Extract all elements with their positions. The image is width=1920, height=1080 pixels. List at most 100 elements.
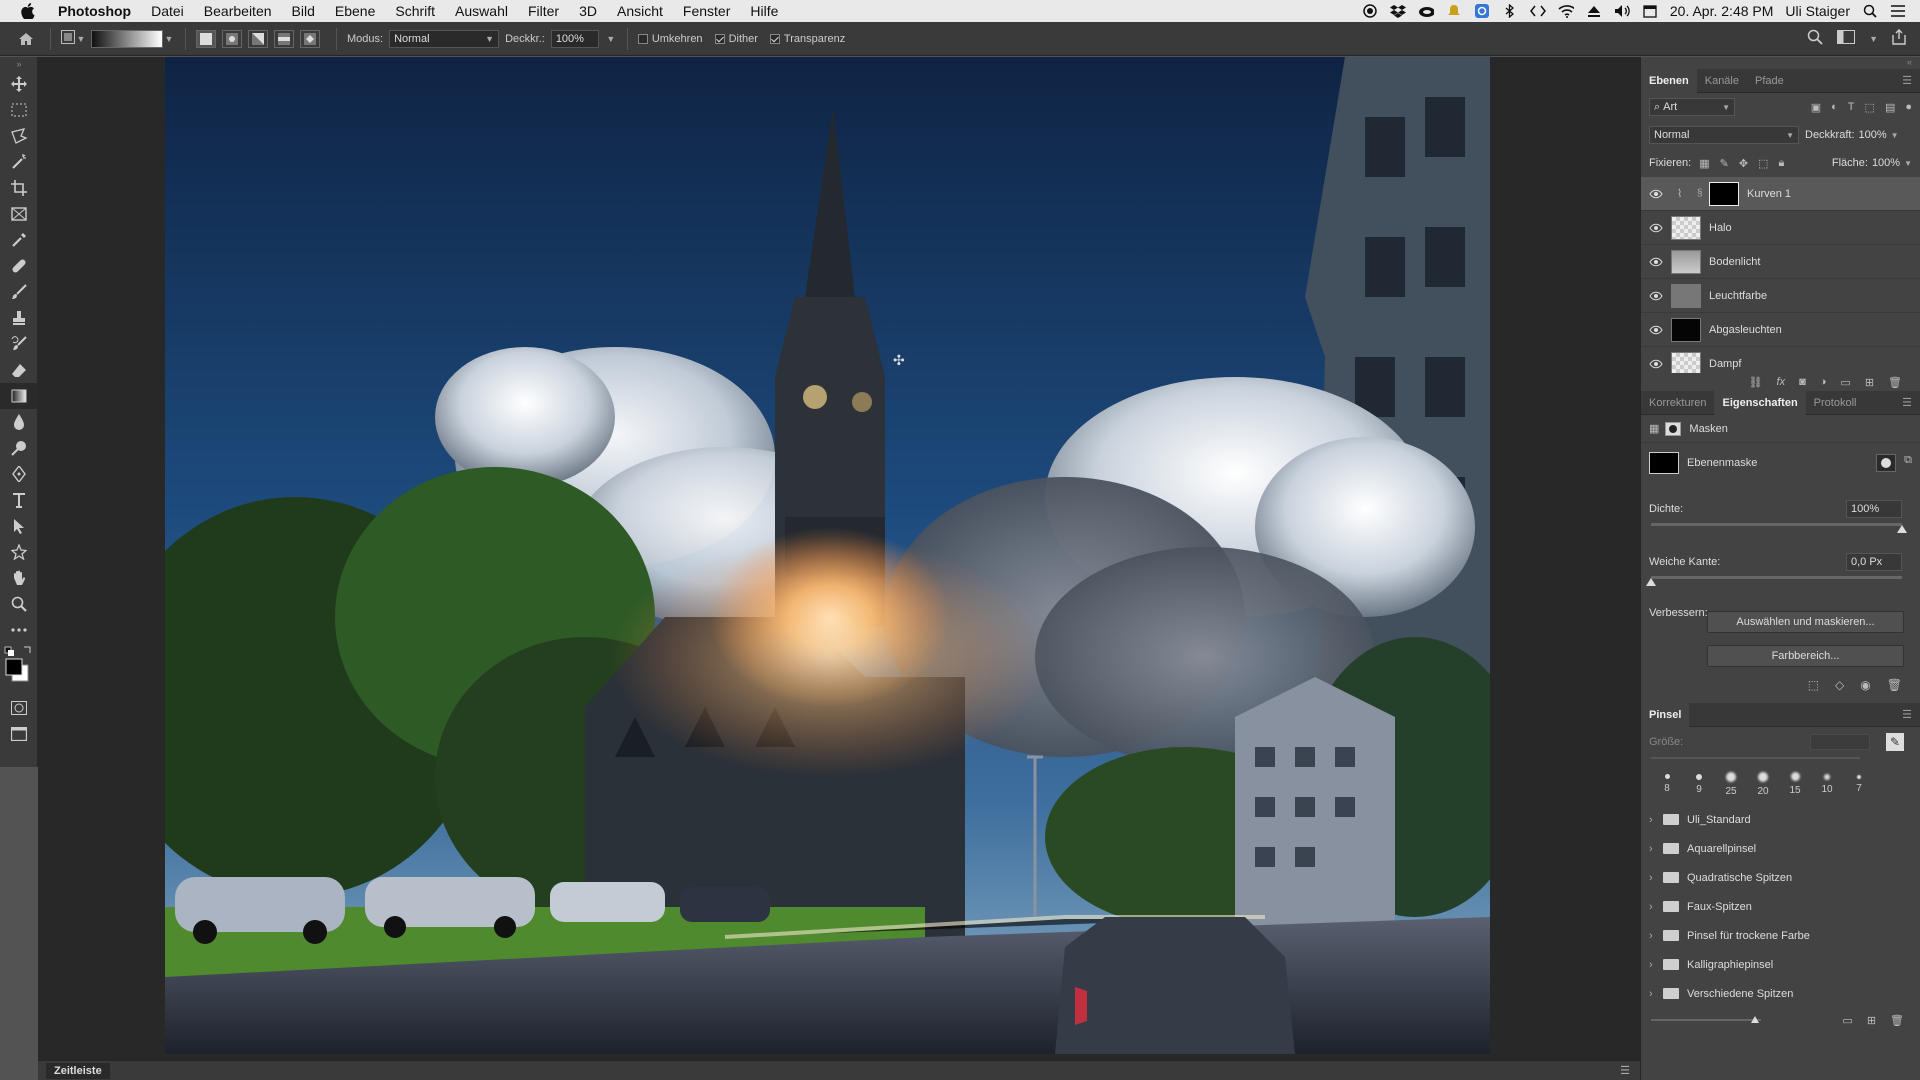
history-brush-tool-icon[interactable]	[0, 331, 38, 357]
new-layer-icon[interactable]: ⊞	[1865, 376, 1874, 389]
menu-auswahl[interactable]: Auswahl	[445, 3, 518, 19]
brush-folder[interactable]: › Pinsel für trockene Farbe	[1641, 921, 1920, 950]
menu-bearbeiten[interactable]: Bearbeiten	[194, 3, 282, 19]
workspace-dropdown-icon[interactable]: ▼	[1869, 34, 1878, 44]
adjustment-layer-icon[interactable]: ◑	[1820, 376, 1827, 388]
brush-preset[interactable]: 25	[1715, 771, 1747, 797]
brush-preset[interactable]: 9	[1683, 773, 1715, 795]
menu-filter[interactable]: Filter	[518, 3, 569, 19]
linear-gradient-button[interactable]	[196, 29, 216, 48]
adjustment-filter-icon[interactable]: ◐	[1831, 101, 1838, 114]
trash-icon[interactable]: 🗑︎	[1888, 376, 1902, 389]
brush-preset[interactable]: 10	[1811, 773, 1843, 795]
layer-row[interactable]: Dampf	[1641, 347, 1920, 373]
apply-mask-icon[interactable]: ◇	[1835, 678, 1844, 692]
brush-folder[interactable]: › Quadratische Spitzen	[1641, 863, 1920, 892]
chevron-right-icon[interactable]: ›	[1649, 959, 1663, 971]
eye-icon[interactable]: ◉	[1860, 678, 1870, 692]
brush-preset[interactable]: 15	[1779, 772, 1811, 796]
chevron-right-icon[interactable]: ›	[1649, 814, 1663, 826]
lasso-tool-icon[interactable]	[0, 123, 38, 149]
layer-name[interactable]: Abgasleuchten	[1709, 324, 1782, 336]
slider-handle[interactable]	[1897, 525, 1907, 533]
move-tool-icon[interactable]	[0, 71, 38, 97]
menu-datei[interactable]: Datei	[141, 3, 194, 19]
tab-pfade[interactable]: Pfade	[1747, 69, 1792, 93]
reverse-checkbox[interactable]: Umkehren	[637, 33, 703, 45]
panel-menu-icon[interactable]: ☰	[1902, 396, 1912, 409]
tab-pinsel[interactable]: Pinsel	[1641, 702, 1690, 727]
screen-mode-icon[interactable]	[0, 721, 38, 747]
custom-shape-tool-icon[interactable]	[0, 539, 38, 565]
layer-row[interactable]: Bodenlicht	[1641, 245, 1920, 279]
menu-schrift[interactable]: Schrift	[385, 3, 445, 19]
dither-checkbox[interactable]: Dither	[714, 33, 758, 45]
menu-hilfe[interactable]: Hilfe	[740, 3, 788, 19]
fill-value[interactable]: 100%	[1872, 157, 1900, 169]
magic-wand-tool-icon[interactable]	[0, 149, 38, 175]
app-badge-icon[interactable]	[1474, 4, 1490, 18]
gradient-tool-active-icon[interactable]	[0, 383, 38, 409]
timeline-tab[interactable]: Zeitleiste	[46, 1062, 110, 1079]
document-canvas[interactable]: ✣	[165, 57, 1490, 1054]
share-icon[interactable]	[1892, 29, 1906, 48]
layer-filter-select[interactable]: ⌕ Art ▼	[1649, 98, 1735, 116]
load-selection-icon[interactable]: ⬚	[1808, 678, 1819, 692]
add-mask-icon[interactable]: ◙	[1799, 376, 1806, 388]
type-filter-icon[interactable]: T	[1848, 101, 1855, 114]
smart-object-filter-icon[interactable]: ▤	[1885, 101, 1895, 114]
layer-row[interactable]: ⌇ § Kurven 1	[1641, 177, 1920, 211]
tab-protokoll[interactable]: Protokoll	[1806, 391, 1865, 415]
blend-mode-select[interactable]: Normal ▼	[1649, 126, 1799, 144]
new-folder-icon[interactable]: ▭	[1842, 1014, 1852, 1027]
panel-menu-icon[interactable]: ☰	[1620, 1064, 1630, 1077]
brush-tool-icon[interactable]	[0, 279, 38, 305]
radial-gradient-button[interactable]	[222, 29, 242, 48]
notification-center-icon[interactable]	[1890, 4, 1906, 18]
tool-preset-dropdown-icon[interactable]: ▼	[75, 34, 87, 44]
layer-thumbnail[interactable]	[1671, 351, 1701, 373]
record-icon[interactable]	[1362, 4, 1378, 18]
vector-mask-icon[interactable]: ⧉	[1904, 454, 1912, 472]
layer-thumbnail[interactable]	[1671, 249, 1701, 274]
layer-row[interactable]: Abgasleuchten	[1641, 313, 1920, 347]
clock-text[interactable]: 20. Apr. 2:48 PM	[1670, 3, 1774, 19]
pen-tool-icon[interactable]	[0, 461, 38, 487]
color-range-button[interactable]: Farbbereich...	[1707, 645, 1904, 667]
brush-folder[interactable]: › Kalligraphiepinsel	[1641, 950, 1920, 979]
menu-bild[interactable]: Bild	[282, 3, 325, 19]
brush-preset[interactable]: 7	[1843, 774, 1875, 794]
crop-tool-icon[interactable]	[0, 175, 38, 201]
select-and-mask-button[interactable]: Auswählen und maskieren...	[1707, 611, 1904, 633]
layer-thumbnail[interactable]	[1671, 215, 1701, 240]
bluetooth-icon[interactable]	[1502, 4, 1518, 18]
brush-preset[interactable]: 8	[1651, 774, 1683, 794]
mask-thumbnail[interactable]	[1649, 452, 1679, 474]
layer-name[interactable]: Bodenlicht	[1709, 256, 1760, 268]
eye-icon[interactable]	[1641, 291, 1671, 301]
tab-eigenschaften[interactable]: Eigenschaften	[1714, 390, 1806, 415]
tab-ebenen[interactable]: Ebenen	[1641, 68, 1697, 93]
gradient-preview[interactable]	[91, 29, 163, 48]
eye-icon[interactable]	[1641, 189, 1671, 199]
lock-position-icon[interactable]: ✥	[1739, 157, 1748, 170]
menu-3d[interactable]: 3D	[569, 3, 607, 19]
opacity-input[interactable]: 100%	[550, 29, 599, 48]
swap-colors-icon[interactable]	[2, 645, 36, 693]
brush-folder[interactable]: › Uli_Standard	[1641, 805, 1920, 834]
home-icon[interactable]	[12, 26, 40, 52]
new-group-icon[interactable]: ▭	[1840, 376, 1850, 389]
fx-icon[interactable]: fx	[1777, 376, 1786, 388]
chevron-right-icon[interactable]: ›	[1649, 872, 1663, 884]
gradient-tool-icon[interactable]	[61, 30, 75, 47]
density-input[interactable]: 100%	[1846, 500, 1902, 518]
clone-stamp-tool-icon[interactable]	[0, 305, 38, 331]
shape-filter-icon[interactable]: ⬚	[1865, 101, 1875, 114]
healing-brush-tool-icon[interactable]	[0, 253, 38, 279]
tab-kanaele[interactable]: Kanäle	[1697, 69, 1747, 93]
eye-icon[interactable]	[1641, 359, 1671, 369]
new-brush-icon[interactable]: ✎	[1886, 733, 1904, 751]
brush-size-slider[interactable]	[1651, 757, 1860, 759]
chevron-down-icon[interactable]: ▼	[1891, 131, 1899, 140]
layer-thumbnail[interactable]	[1671, 283, 1701, 308]
